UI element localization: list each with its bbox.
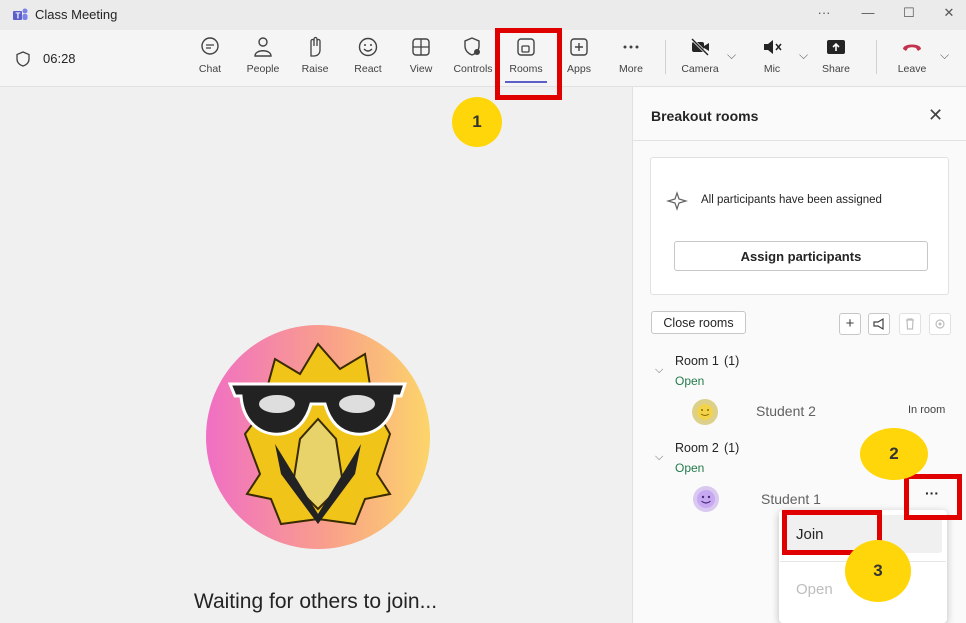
share-button[interactable]: Share — [810, 36, 862, 75]
close-panel-icon[interactable]: ✕ — [928, 105, 943, 126]
more-label: More — [619, 63, 643, 75]
camera-off-icon — [690, 37, 710, 57]
meeting-timer: 06:28 — [43, 51, 76, 66]
room1-chevron-icon[interactable]: ⌵ — [655, 364, 663, 377]
room1-count: (1) — [724, 354, 740, 368]
camera-label: Camera — [681, 63, 719, 75]
room1-name[interactable]: Room 1 — [675, 354, 719, 368]
mic-muted-icon — [764, 40, 782, 54]
toolbar-divider — [876, 40, 877, 74]
close-window-button[interactable]: ✕ — [939, 5, 959, 21]
maximize-button[interactable]: ☐ — [899, 5, 919, 21]
mic-label: Mic — [763, 63, 781, 75]
people-label: People — [246, 63, 280, 75]
room1-status: Open — [675, 374, 705, 388]
step-2-badge: 2 — [860, 428, 928, 480]
student1-name: Student 1 — [761, 491, 821, 507]
student1-avatar — [693, 486, 719, 512]
chat-icon — [201, 37, 219, 55]
delete-room-icon[interactable] — [899, 313, 921, 335]
more-icon — [623, 45, 639, 49]
mic-options-chevron-icon[interactable]: ⌵ — [799, 48, 808, 63]
controls-button[interactable]: Controls — [447, 36, 499, 75]
close-rooms-button[interactable]: Close rooms — [651, 311, 746, 334]
apps-icon — [570, 38, 588, 56]
student2-status: In room — [908, 404, 946, 416]
view-icon — [412, 38, 430, 56]
participant-avatar — [206, 325, 430, 549]
leave-button[interactable]: Leave — [886, 36, 938, 75]
room2-chevron-icon[interactable]: ⌵ — [655, 451, 663, 464]
shield-icon — [16, 51, 30, 67]
student2-avatar — [692, 399, 718, 425]
react-button[interactable]: React — [342, 36, 394, 75]
react-label: React — [354, 63, 382, 75]
view-button[interactable]: View — [395, 36, 447, 75]
room2-status: Open — [675, 461, 705, 475]
room2-count: (1) — [724, 441, 740, 455]
controls-icon — [464, 37, 480, 56]
student2-name: Student 2 — [756, 403, 816, 419]
people-button[interactable]: People — [237, 36, 289, 75]
camera-options-chevron-icon[interactable]: ⌵ — [727, 48, 736, 63]
chat-button[interactable]: Chat — [184, 36, 236, 75]
step-3-badge: 3 — [845, 540, 911, 602]
chat-label: Chat — [198, 63, 222, 75]
panel-divider — [632, 140, 966, 141]
add-room-icon[interactable]: + — [839, 313, 861, 335]
announce-icon[interactable] — [868, 313, 890, 335]
raise-hand-button[interactable]: Raise — [289, 36, 341, 75]
share-icon — [827, 40, 845, 54]
people-icon — [254, 37, 272, 57]
controls-label: Controls — [453, 63, 493, 75]
leave-options-chevron-icon[interactable]: ⌵ — [940, 48, 949, 63]
step-1-badge: 1 — [452, 97, 502, 147]
sparkle-icon — [666, 191, 688, 211]
room-settings-icon[interactable] — [929, 313, 951, 335]
highlight-rooms-box — [495, 28, 562, 100]
svg-text:T: T — [16, 12, 21, 21]
hang-up-icon — [903, 44, 921, 51]
window-more-button[interactable]: ··· — [814, 5, 834, 20]
waiting-message: Waiting for others to join... — [193, 590, 438, 613]
meeting-toolbar: 06:28 Chat People Raise React View Contr… — [0, 30, 966, 87]
raise-hand-icon — [310, 36, 321, 57]
title-bar: T Class Meeting ··· — ☐ ✕ — [0, 0, 966, 30]
open-menu-item[interactable]: Open — [796, 581, 833, 598]
share-label: Share — [821, 63, 851, 75]
panel-title: Breakout rooms — [651, 108, 759, 124]
room2-name[interactable]: Room 2 — [675, 441, 719, 455]
assigned-status-text: All participants have been assigned — [701, 194, 882, 206]
assign-participants-button[interactable]: Assign participants — [674, 241, 928, 271]
mic-button[interactable]: Mic — [746, 36, 798, 75]
minimize-button[interactable]: — — [858, 5, 878, 20]
highlight-more-box — [904, 474, 962, 520]
toolbar-divider — [665, 40, 666, 74]
react-icon — [358, 37, 378, 57]
assignment-card — [650, 157, 949, 295]
more-button[interactable]: More — [605, 36, 657, 75]
window-title: Class Meeting — [35, 7, 118, 22]
camera-button[interactable]: Camera — [674, 36, 726, 75]
teams-logo-icon: T — [13, 8, 28, 21]
raise-label: Raise — [301, 63, 329, 75]
leave-label: Leave — [897, 63, 927, 75]
view-label: View — [409, 63, 433, 75]
